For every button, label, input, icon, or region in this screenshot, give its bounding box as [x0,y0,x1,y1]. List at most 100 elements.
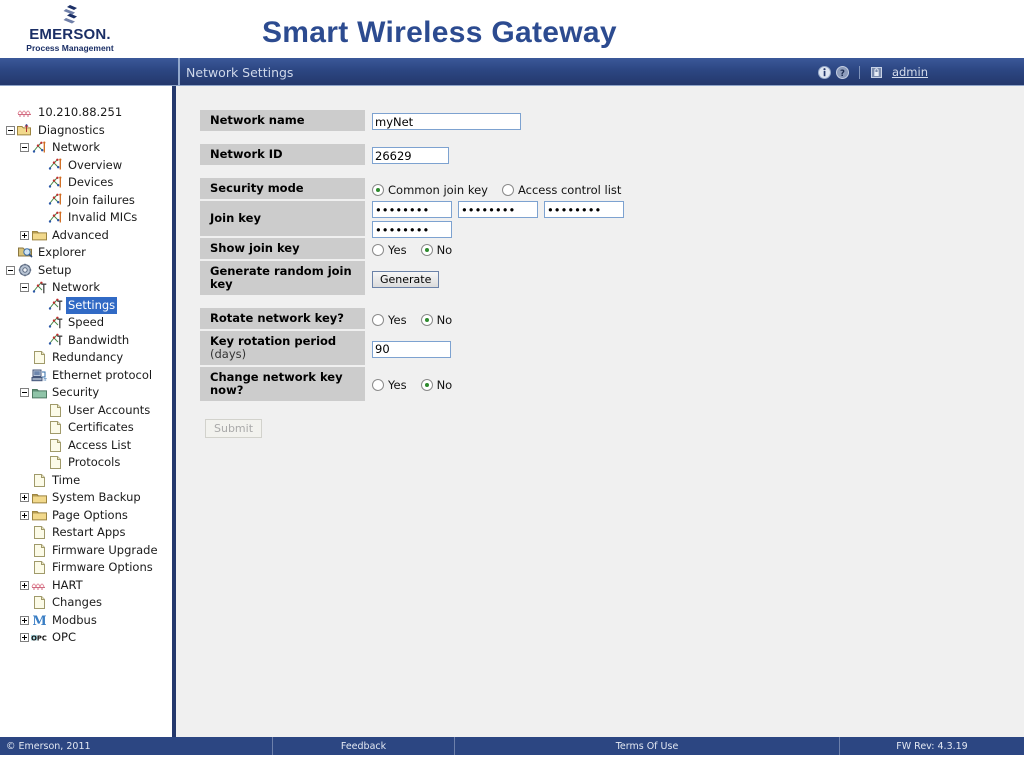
expand-icon[interactable] [20,510,29,520]
join-key-part-3[interactable] [544,201,624,218]
tree-item-firmware-options[interactable]: Firmware Options [0,559,172,577]
expand-icon[interactable] [20,493,29,503]
radio-change-key-yes[interactable] [372,379,384,391]
tree-item-diagnostics[interactable]: Diagnostics [0,122,172,140]
radio-show-join-key-yes[interactable] [372,243,384,256]
tree-item-network[interactable]: Network [0,279,172,297]
expand-icon[interactable] [20,230,29,240]
tree-item-redundancy[interactable]: Redundancy [0,349,172,367]
network-name-row: Network name [200,110,800,133]
change-network-key-yes[interactable]: Yes [372,378,407,392]
svg-text:m: m [43,377,47,382]
tree-item-advanced[interactable]: Advanced [0,227,172,245]
tree-item-join-failures[interactable]: Join failures [0,192,172,210]
tree-item-10-210-88-251[interactable]: 10.210.88.251 [0,104,172,122]
collapse-icon[interactable] [6,125,15,135]
tree-item-page-options[interactable]: Page Options [0,507,172,525]
network-id-row: Network ID [200,144,800,167]
collapse-icon[interactable] [20,388,29,398]
tree-item-modbus[interactable]: M Modbus [0,612,172,630]
radio-change-key-no[interactable] [420,379,433,391]
network-id-input[interactable] [372,147,449,164]
collapse-icon[interactable] [20,283,29,293]
show-join-key-no[interactable]: No [420,243,452,257]
tree-item-ethernet-protocol[interactable]: m Ethernet protocol [0,367,172,385]
ethernet-icon: m [31,368,47,383]
tree-item-explorer[interactable]: Explorer [0,244,172,262]
submit-button[interactable]: Submit [205,419,263,438]
tree-item-devices[interactable]: Devices [0,174,172,192]
tree-item-firmware-upgrade[interactable]: Firmware Upgrade [0,542,172,560]
tree-item-settings[interactable]: Settings [0,296,172,314]
radio-rotate-no[interactable] [420,313,433,326]
collapse-icon[interactable] [20,143,29,153]
join-key-part-2[interactable] [458,201,538,218]
emerson-tagline: Process Management [26,43,114,53]
hart-icon [31,578,47,593]
navigation-tree[interactable]: 10.210.88.251 Diagnostics Network Overview D… [0,104,172,647]
change-network-key-no-label: No [436,378,453,392]
tree-item-speed[interactable]: Speed [0,314,172,332]
help-icon[interactable]: ? [835,65,849,79]
security-mode-value: Common join key Access control list [365,178,800,201]
key-rotation-period-input[interactable] [372,340,451,358]
tree-item-label: Devices [68,175,114,189]
opc-icon: OPC [31,630,47,645]
header-actions: ? admin [817,58,928,86]
tree-item-label: Certificates [68,420,134,434]
rotate-network-key-no[interactable]: No [420,313,452,327]
footer-feedback-link[interactable]: Feedback [272,737,454,755]
navigation-sidebar[interactable]: 10.210.88.251 Diagnostics Network Overview D… [0,86,172,737]
tree-item-setup[interactable]: Setup [0,262,172,280]
radio-access-control-list[interactable] [501,183,514,196]
tree-item-protocols[interactable]: Protocols [0,454,172,472]
folder-security-icon [31,385,47,400]
network-icon [47,175,63,190]
expand-icon[interactable] [20,615,29,625]
info-icon[interactable] [817,65,831,79]
network-name-input[interactable] [372,113,521,130]
expand-icon[interactable] [20,633,29,643]
tree-item-time[interactable]: Time [0,472,172,490]
key-rotation-period-row: Key rotation period (days) [200,331,800,367]
tree-item-restart-apps[interactable]: Restart Apps [0,524,172,542]
radio-show-join-key-no[interactable] [420,243,433,256]
tree-item-opc[interactable]: OPC OPC [0,629,172,647]
tree-item-user-accounts[interactable]: User Accounts [0,402,172,420]
security-mode-option-common[interactable]: Common join key [372,183,488,197]
security-mode-label: Security mode [200,178,365,201]
join-key-part-1[interactable] [372,201,452,218]
footer-terms-link[interactable]: Terms Of Use [454,737,839,755]
tree-item-security[interactable]: Security [0,384,172,402]
network-t-icon [31,280,47,295]
tree-item-invalid-mics[interactable]: Invalid MICs [0,209,172,227]
folder-icon [31,490,47,505]
rotation-group: Rotate network key? Yes No Key rotation … [200,308,800,403]
security-mode-option-acl[interactable]: Access control list [501,183,621,197]
join-key-label: Join key [200,201,365,238]
rotate-network-key-yes[interactable]: Yes [372,313,407,327]
user-label[interactable]: admin [892,65,928,79]
show-join-key-yes[interactable]: Yes [372,243,407,257]
radio-common-join-key[interactable] [372,183,384,196]
tree-item-network[interactable]: Network [0,139,172,157]
tree-item-certificates[interactable]: Certificates [0,419,172,437]
join-key-part-4[interactable] [372,221,452,238]
page-icon [31,350,47,365]
expand-icon[interactable] [20,580,29,590]
generate-button[interactable]: Generate [372,270,440,288]
tree-item-label: User Accounts [68,402,151,417]
change-network-key-no[interactable]: No [420,378,453,392]
tree-item-bandwidth[interactable]: Bandwidth [0,332,172,350]
tree-item-changes[interactable]: Changes [0,594,172,612]
network-icon [47,158,63,173]
gateway-web-ui: EMERSON. Process Management Smart Wirele… [0,0,1024,765]
tree-item-label: Access List [68,437,132,452]
tree-item-access-list[interactable]: Access List [0,437,172,455]
tree-item-system-backup[interactable]: System Backup [0,489,172,507]
radio-rotate-yes[interactable] [372,313,384,326]
collapse-icon[interactable] [6,265,15,275]
tree-item-overview[interactable]: Overview [0,157,172,175]
tree-item-hart[interactable]: HART [0,577,172,595]
rotate-network-key-value: Yes No [365,308,800,331]
